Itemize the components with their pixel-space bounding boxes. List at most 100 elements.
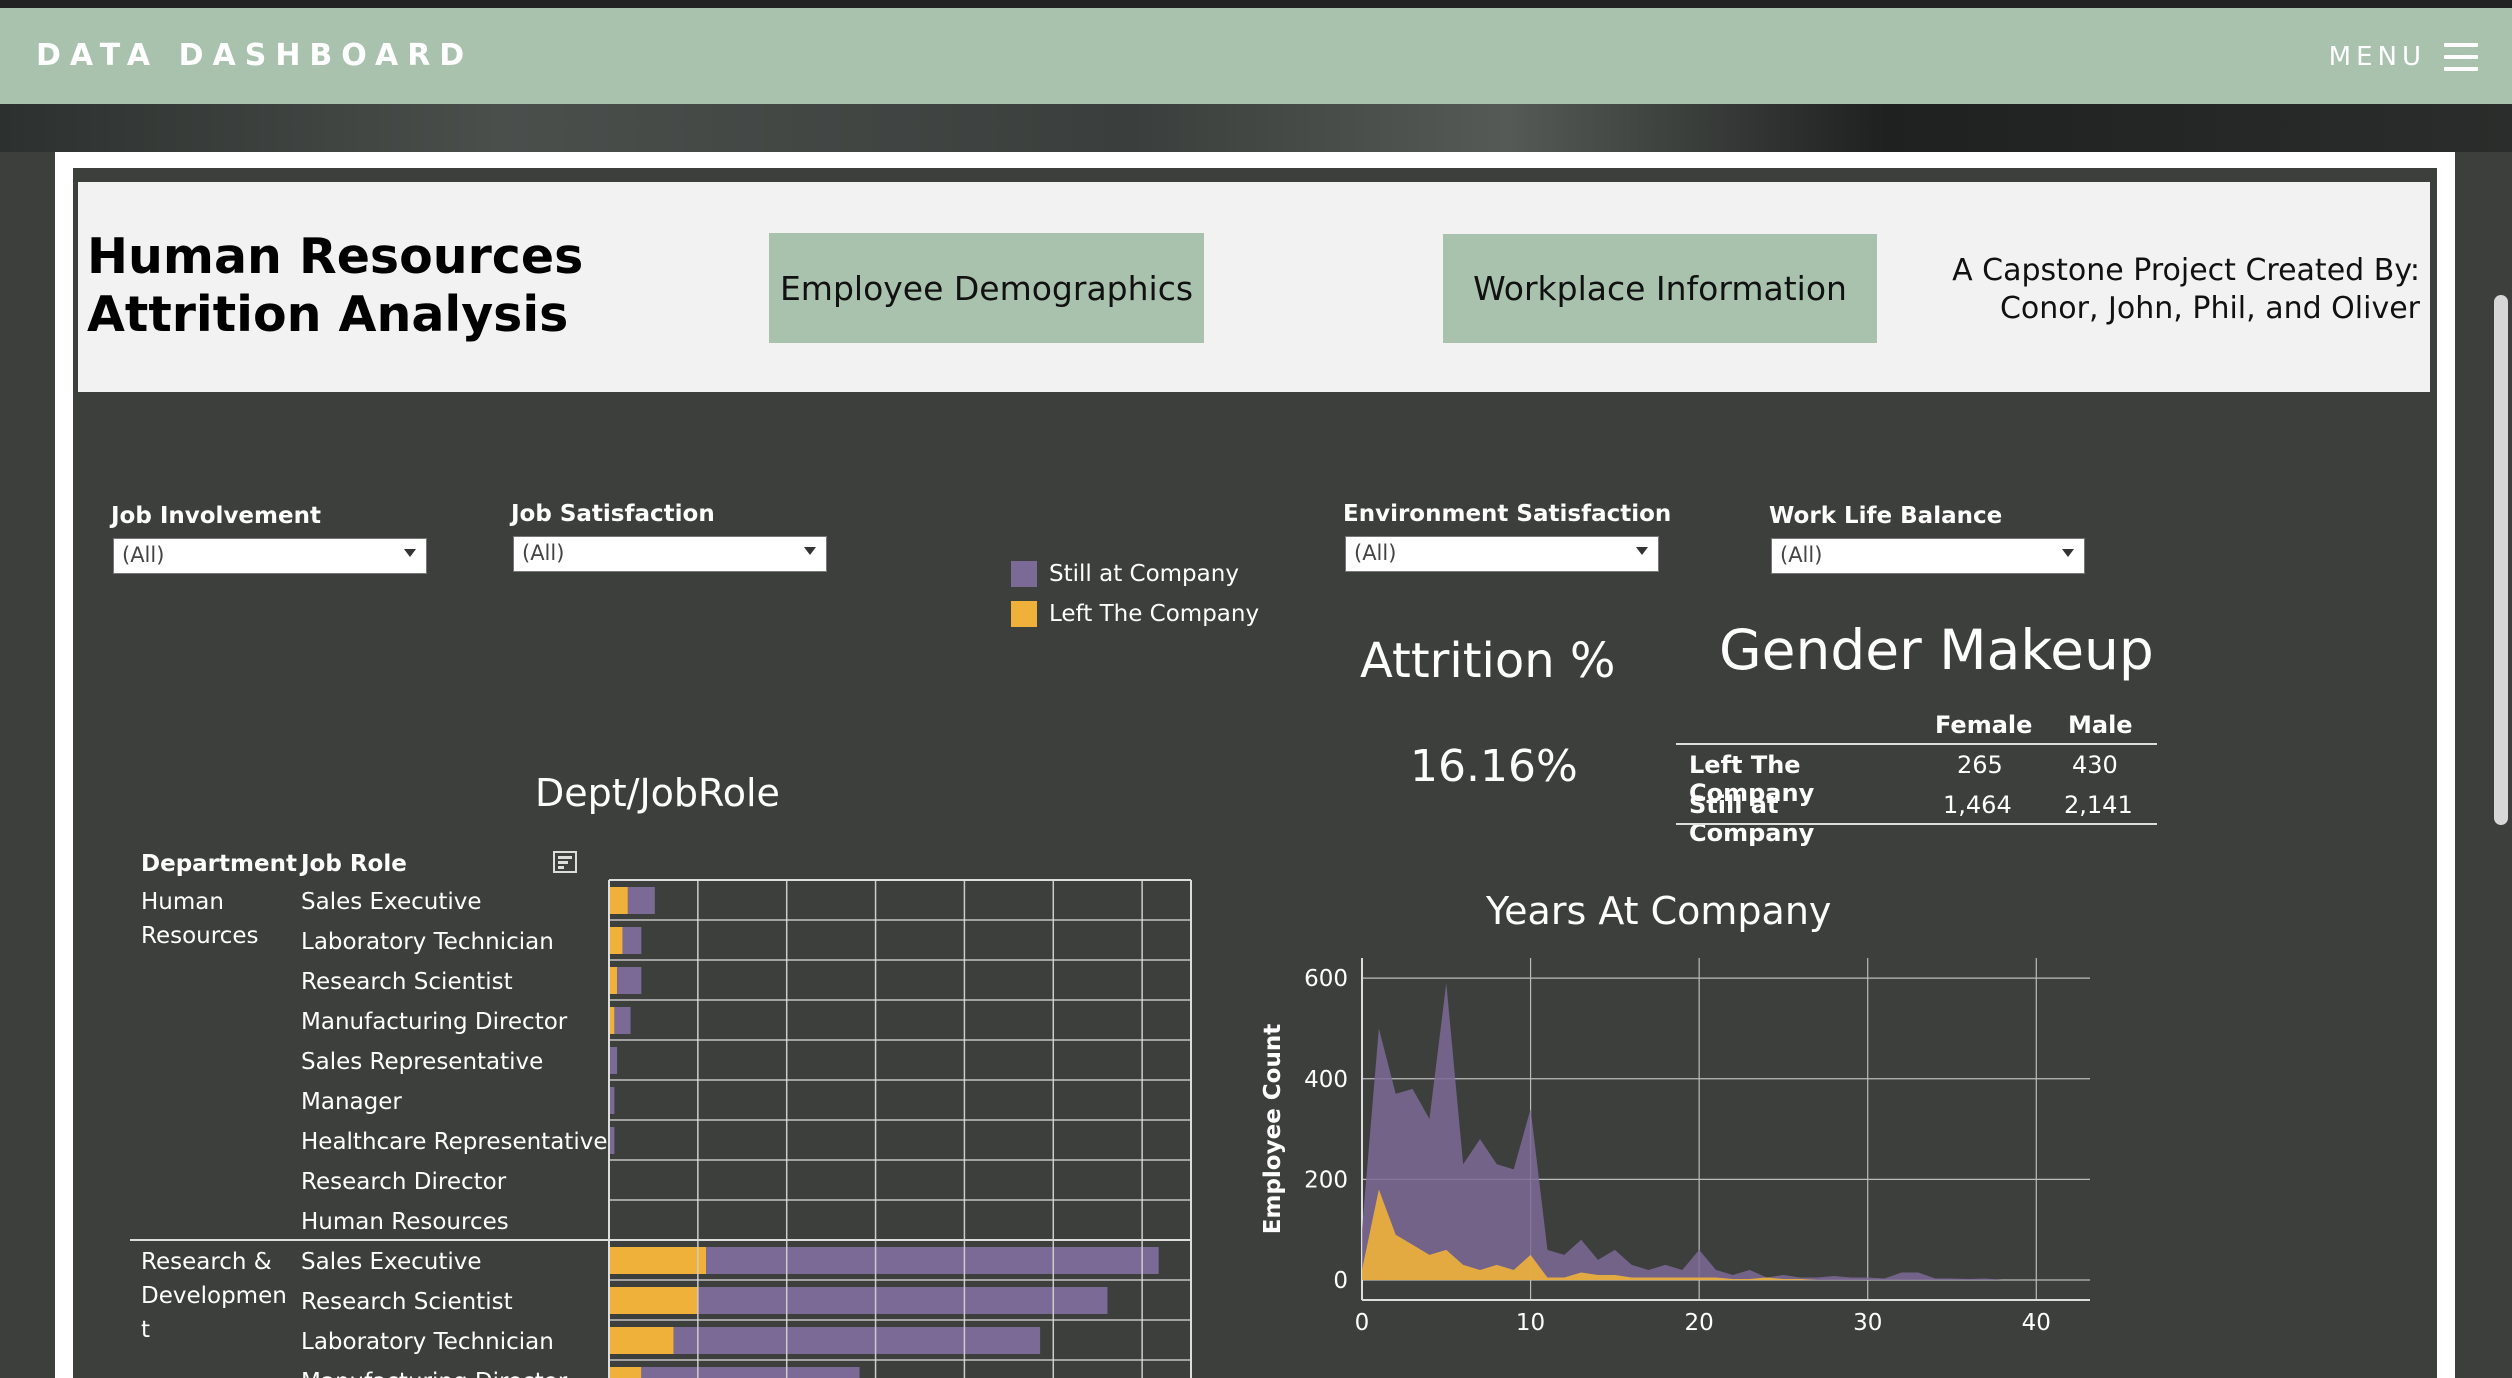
legend-label-still: Still at Company [1049, 561, 1239, 587]
bar-left-company [609, 1287, 698, 1314]
filter-label-job-satisfaction: Job Satisfaction [511, 501, 715, 527]
scrollbar-thumb[interactable] [2494, 295, 2508, 825]
y-tick-label: 200 [1304, 1167, 1348, 1193]
sort-icon-bar [558, 861, 568, 864]
y-tick-label: 400 [1304, 1067, 1348, 1093]
dashboard-title: Human Resources Attrition Analysis [87, 228, 583, 344]
job-role-label: Manufacturing Director [301, 1369, 568, 1378]
department-label: Resources [141, 923, 258, 949]
cell-left-male: 430 [2072, 751, 2118, 779]
bar-still-at-company [697, 1287, 1108, 1314]
chevron-down-icon [1636, 547, 1648, 555]
environment-satisfaction-dropdown[interactable]: (All) [1345, 536, 1659, 572]
area-still-at-company [1362, 983, 2003, 1280]
employee-demographics-button[interactable]: Employee Demographics [769, 233, 1204, 343]
cell-left-female: 265 [1957, 751, 2003, 779]
job-role-label: Manager [301, 1089, 402, 1115]
sort-icon-bar [558, 856, 572, 859]
dropdown-value: (All) [1780, 543, 1823, 567]
bar-still-at-company [614, 1007, 631, 1034]
years-at-company-title: Years At Company [1486, 889, 1832, 933]
y-tick-label: 0 [1333, 1268, 1348, 1294]
legend-item-still[interactable]: Still at Company [1011, 561, 1239, 587]
gender-makeup-title: Gender Makeup [1719, 618, 2154, 682]
bar-still-at-company [622, 927, 642, 954]
job-involvement-dropdown[interactable]: (All) [113, 538, 427, 574]
credit-text: A Capstone Project Created By: Conor, Jo… [1952, 252, 2420, 328]
legend-swatch-still [1011, 561, 1037, 587]
bar-still-at-company [706, 1247, 1159, 1274]
chevron-down-icon [2062, 549, 2074, 557]
legend-swatch-left [1011, 601, 1037, 627]
bar-left-company [609, 1327, 674, 1354]
bar-still-at-company [617, 967, 642, 994]
bar-left-company [609, 1247, 706, 1274]
bar-left-company [609, 967, 618, 994]
job-role-label: Sales Executive [301, 889, 482, 915]
table-bottom-line [1676, 823, 2157, 825]
job-role-label: Research Scientist [301, 969, 513, 995]
job-role-label: Human Resources [301, 1209, 509, 1235]
sort-icon [553, 851, 577, 873]
x-tick-label: 10 [1516, 1310, 1545, 1336]
title-line-2: Attrition Analysis [87, 286, 569, 343]
attrition-value: 16.16% [1410, 741, 1578, 792]
job-role-label: Laboratory Technician [301, 929, 554, 955]
legend-label-left: Left The Company [1049, 601, 1260, 627]
department-label: Human [141, 889, 224, 915]
title-line-1: Human Resources [87, 228, 584, 285]
credit-line-2: Conor, John, Phil, and Oliver [1999, 291, 2420, 326]
hero-image-strip [0, 104, 2512, 152]
job-role-label: Laboratory Technician [301, 1329, 554, 1355]
header-department: Department [141, 851, 297, 877]
site-header: DATA DASHBOARD MENU [0, 8, 2512, 104]
job-role-label: Sales Representative [301, 1049, 543, 1075]
dept-jobrole-chart: Department Job Role Human Resources Sales Ex… [130, 851, 1192, 1378]
table-divider [1676, 743, 2157, 745]
row-label-still: Still at Company [1689, 791, 1815, 847]
bar-left-company [609, 1367, 642, 1378]
dept-jobrole-title: Dept/JobRole [535, 771, 780, 815]
job-role-label: Sales Executive [301, 1249, 482, 1275]
brand-title[interactable]: DATA DASHBOARD [36, 38, 473, 73]
credit-line-1: A Capstone Project Created By: [1952, 253, 2420, 288]
hamburger-icon [2444, 43, 2478, 71]
bar-still-at-company [673, 1327, 1041, 1354]
dropdown-value: (All) [522, 541, 565, 565]
menu-button[interactable]: MENU [2329, 42, 2478, 72]
workplace-information-button[interactable]: Workplace Information [1443, 234, 1877, 343]
chevron-down-icon [804, 547, 816, 555]
cell-still-male: 2,141 [2064, 791, 2133, 819]
col-header-male: Male [2068, 711, 2133, 739]
cell-still-female: 1,464 [1943, 791, 2012, 819]
years-at-company-chart: 0 200 400 600 0 10 20 30 40 Employee Count [1260, 958, 2090, 1336]
job-role-label: Research Scientist [301, 1289, 513, 1315]
x-tick-label: 20 [1685, 1310, 1714, 1336]
attrition-title: Attrition % [1360, 633, 1616, 689]
bar-still-at-company [627, 887, 655, 914]
sort-icon-bar [558, 866, 564, 869]
bar-still-at-company [641, 1367, 860, 1378]
filter-label-work-life-balance: Work Life Balance [1769, 503, 2003, 529]
job-role-label: Research Director [301, 1169, 507, 1195]
col-header-female: Female [1935, 711, 2033, 739]
filter-label-job-involvement: Job Involvement [111, 503, 321, 529]
work-life-balance-dropdown[interactable]: (All) [1771, 538, 2085, 574]
legend-item-left[interactable]: Left The Company [1011, 601, 1259, 627]
job-role-label: Manufacturing Director [301, 1009, 568, 1035]
y-tick-label: 600 [1304, 966, 1348, 992]
job-satisfaction-dropdown[interactable]: (All) [513, 536, 827, 572]
job-role-label: Healthcare Representative [301, 1129, 607, 1155]
filter-label-environment-satisfaction: Environment Satisfaction [1343, 501, 1672, 527]
bar-left-company [609, 927, 623, 954]
department-label: t [141, 1317, 150, 1343]
header-job-role: Job Role [299, 851, 407, 877]
bar-still-at-company [609, 1047, 618, 1074]
window-top-strip [0, 0, 2512, 8]
bar-left-company [609, 887, 628, 914]
chevron-down-icon [404, 549, 416, 557]
x-tick-label: 0 [1355, 1310, 1370, 1336]
x-tick-label: 30 [1853, 1310, 1882, 1336]
department-label: Research & [141, 1249, 272, 1275]
menu-label: MENU [2328, 42, 2426, 72]
